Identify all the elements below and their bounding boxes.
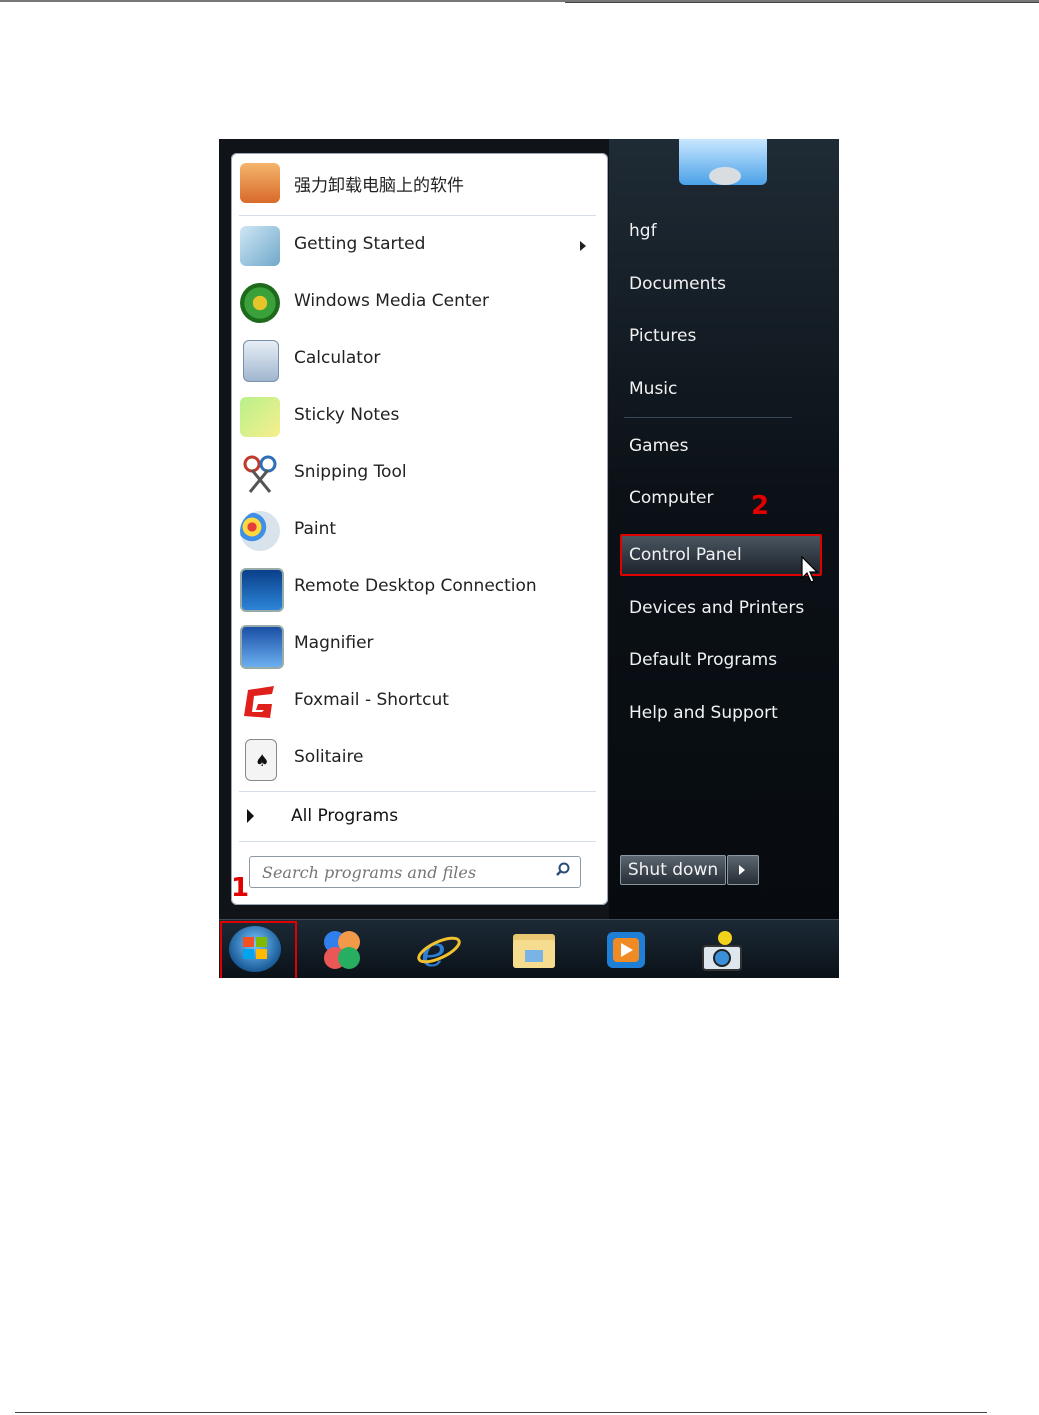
solitaire-icon: ♠	[245, 739, 277, 781]
user-picture-icon[interactable]	[679, 139, 767, 185]
calculator-icon	[243, 340, 279, 382]
pinned-program-item[interactable]: 强力卸载电脑上的软件	[231, 155, 608, 211]
shutdown-button[interactable]: Shut down	[620, 855, 726, 885]
link-default-programs[interactable]: Default Programs	[629, 650, 777, 670]
submenu-arrow-icon	[580, 241, 586, 251]
program-label: Snipping Tool	[294, 462, 407, 482]
getting-started-icon	[240, 226, 280, 266]
all-programs-button[interactable]: All Programs	[231, 797, 608, 837]
start-menu-right-pane	[609, 139, 839, 919]
program-label: Windows Media Center	[294, 291, 489, 311]
program-label: Calculator	[294, 348, 381, 368]
program-item-magnifier[interactable]: Magnifier	[231, 617, 608, 673]
foxmail-icon	[240, 682, 280, 722]
link-user-folder[interactable]: hgf	[629, 221, 657, 241]
link-games[interactable]: Games	[629, 436, 688, 456]
file-explorer-icon[interactable]	[511, 928, 557, 972]
annotation-step-1: 1	[231, 873, 250, 903]
all-programs-label: All Programs	[291, 806, 399, 826]
separator	[239, 791, 596, 792]
media-player-icon[interactable]	[605, 928, 651, 972]
shutdown-group: Shut down	[620, 855, 759, 885]
search-box[interactable]	[249, 856, 581, 888]
camera-app-icon[interactable]	[699, 928, 745, 972]
program-label: Getting Started	[294, 234, 426, 254]
link-music[interactable]: Music	[629, 379, 677, 399]
sticky-notes-icon	[240, 397, 280, 437]
page-bottom-rule	[15, 1412, 987, 1413]
program-item-solitaire[interactable]: ♠ Solitaire	[231, 731, 608, 787]
link-documents[interactable]: Documents	[629, 274, 726, 294]
svg-text:♠: ♠	[255, 751, 269, 770]
search-input[interactable]	[260, 861, 544, 883]
program-label: Foxmail - Shortcut	[294, 690, 449, 710]
snipping-tool-icon	[240, 454, 280, 494]
pinwheel-app-icon[interactable]	[319, 928, 365, 972]
program-item-foxmail[interactable]: Foxmail - Shortcut	[231, 674, 608, 730]
search-icon[interactable]	[556, 862, 570, 876]
separator	[624, 417, 792, 418]
magnifier-icon	[240, 625, 284, 669]
start-menu-screenshot: 强力卸载电脑上的软件 Getting Started Windows Media…	[219, 139, 839, 978]
program-item-calculator[interactable]: Calculator	[231, 332, 608, 388]
program-label: Paint	[294, 519, 337, 539]
remote-desktop-icon	[240, 568, 284, 612]
pinned-program-label: 强力卸载电脑上的软件	[294, 176, 464, 196]
start-menu-left-pane: 强力卸载电脑上的软件 Getting Started Windows Media…	[231, 153, 608, 905]
annotation-step-2: 2	[751, 491, 770, 521]
page-top-rule-secondary	[565, 2, 1039, 3]
shutdown-options-arrow-icon[interactable]	[727, 855, 759, 885]
link-help-and-support[interactable]: Help and Support	[629, 703, 778, 723]
program-label: Magnifier	[294, 633, 374, 653]
mouse-cursor-icon	[801, 556, 819, 583]
program-item-sticky-notes[interactable]: Sticky Notes	[231, 389, 608, 445]
program-item-paint[interactable]: Paint	[231, 503, 608, 559]
separator	[239, 841, 596, 842]
link-computer[interactable]: Computer	[629, 488, 714, 508]
uninstall-box-icon	[240, 163, 280, 203]
program-label: Solitaire	[294, 747, 364, 767]
link-devices-and-printers[interactable]: Devices and Printers	[629, 598, 804, 618]
internet-explorer-icon[interactable]: e	[415, 927, 461, 976]
program-label: Remote Desktop Connection	[294, 576, 537, 596]
program-label: Sticky Notes	[294, 405, 400, 425]
link-pictures[interactable]: Pictures	[629, 326, 696, 346]
link-control-panel[interactable]: Control Panel	[629, 545, 742, 565]
program-item-windows-media-center[interactable]: Windows Media Center	[231, 275, 608, 331]
program-item-remote-desktop[interactable]: Remote Desktop Connection	[231, 560, 608, 616]
program-item-snipping-tool[interactable]: Snipping Tool	[231, 446, 608, 502]
program-item-getting-started[interactable]: Getting Started	[231, 218, 608, 274]
separator	[239, 215, 596, 216]
paint-icon	[240, 511, 280, 551]
windows-media-center-icon	[240, 283, 280, 323]
start-orb-icon[interactable]	[229, 926, 281, 972]
expand-arrow-icon	[247, 809, 254, 823]
taskbar: e	[219, 919, 839, 978]
